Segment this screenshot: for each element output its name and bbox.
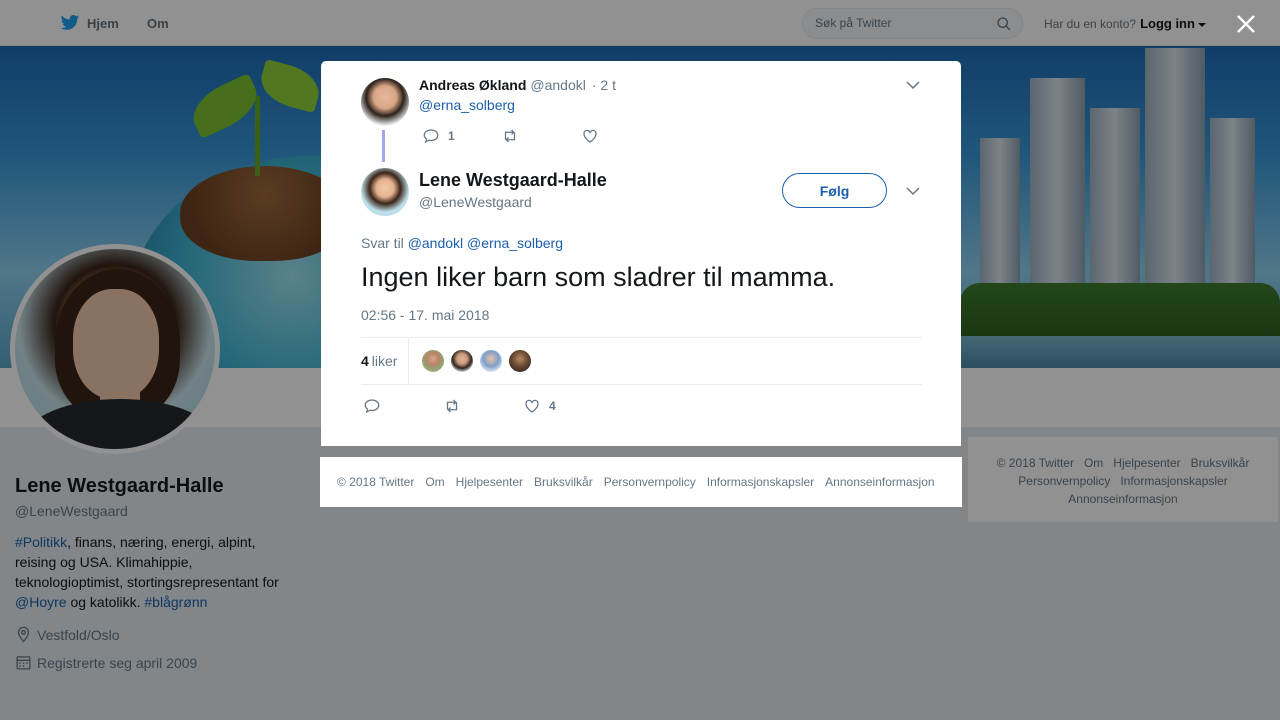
footer-link-about[interactable]: Om: [425, 475, 444, 489]
reply-to-prefix: Svar til: [361, 235, 404, 251]
liker-avatar[interactable]: [421, 349, 445, 373]
likes-number: 4: [361, 353, 369, 369]
retweet-icon: [446, 399, 458, 413]
mention-andokl-link[interactable]: @andokl: [408, 235, 463, 251]
tweet-stats: 4 liker: [361, 337, 922, 385]
tweet-timestamp[interactable]: 02:56 - 17. mai 2018: [361, 307, 489, 323]
parent-reply-count: 1: [448, 129, 455, 143]
stats-divider: [408, 338, 409, 385]
reply-icon: [423, 129, 439, 144]
follow-button[interactable]: Følg: [782, 173, 887, 208]
footer-copyright: © 2018 Twitter: [337, 475, 415, 489]
parent-tweet-time[interactable]: · 2 t: [592, 77, 616, 93]
likes-count[interactable]: 4 liker: [361, 353, 397, 369]
mention-erna-link[interactable]: @erna_solberg: [467, 235, 563, 251]
heart-icon: [583, 129, 597, 143]
footer-link-ads-info[interactable]: Annonseinformasjon: [825, 475, 934, 489]
close-icon[interactable]: [1234, 12, 1258, 36]
chevron-down-icon[interactable]: [906, 186, 920, 196]
chevron-down-icon[interactable]: [906, 80, 920, 90]
tweet-text: Ingen liker barn som sladrer til mamma.: [361, 262, 836, 292]
retweet-icon: [504, 129, 516, 143]
main-like-button[interactable]: 4: [523, 397, 556, 415]
andreas-avatar[interactable]: [361, 78, 409, 126]
main-retweet-button[interactable]: [443, 397, 461, 415]
parent-like-button[interactable]: [581, 127, 599, 145]
thread-connector-line: [382, 130, 385, 162]
main-reply-button[interactable]: [363, 397, 381, 415]
reply-to-line: Svar til @andokl @erna_solberg: [361, 235, 563, 251]
parent-tweet-text: @erna_solberg: [419, 97, 515, 113]
parent-author-handle[interactable]: @andokl: [530, 77, 585, 93]
footer-link-privacy[interactable]: Personvernpolicy: [604, 475, 696, 489]
lene-avatar[interactable]: [361, 168, 409, 216]
main-like-count: 4: [549, 399, 556, 413]
heart-icon: [525, 399, 539, 413]
parent-author-name[interactable]: Andreas Økland: [419, 77, 526, 93]
footer-link-cookies[interactable]: Informasjonskapsler: [707, 475, 814, 489]
mention-erna-link[interactable]: @erna_solberg: [419, 97, 515, 113]
parent-reply-button[interactable]: 1: [422, 127, 455, 145]
modal-footer: © 2018 Twitter Om Hjelpesenter Bruksvilk…: [320, 457, 962, 507]
liker-avatar[interactable]: [479, 349, 503, 373]
reply-icon: [364, 399, 380, 414]
tweet-permalink-modal: Andreas Økland @andokl · 2 t @erna_solbe…: [321, 61, 961, 446]
liker-avatar[interactable]: [450, 349, 474, 373]
footer-link-help[interactable]: Hjelpesenter: [456, 475, 523, 489]
main-author-handle[interactable]: @LeneWestgaard: [419, 194, 532, 210]
main-author-name[interactable]: Lene Westgaard-Halle: [419, 170, 607, 191]
parent-retweet-button[interactable]: [501, 127, 519, 145]
parent-tweet-header: Andreas Økland @andokl · 2 t: [419, 77, 616, 93]
likes-label: liker: [371, 353, 398, 369]
liker-avatar[interactable]: [508, 349, 532, 373]
footer-link-terms[interactable]: Bruksvilkår: [534, 475, 593, 489]
